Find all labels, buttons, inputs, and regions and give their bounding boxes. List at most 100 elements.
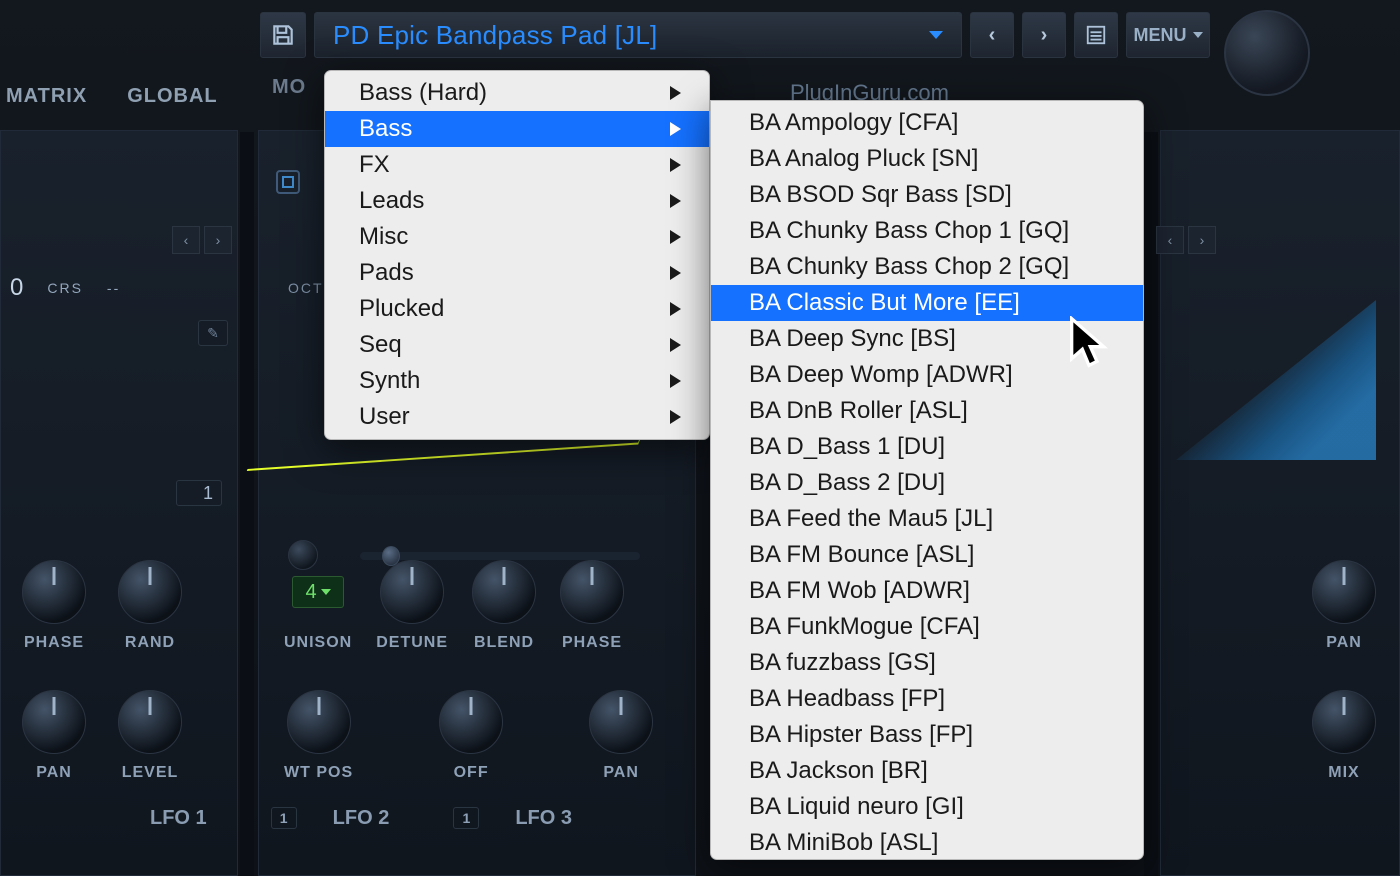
preset-next-button[interactable]: ›: [1022, 12, 1066, 58]
preset-item-label: BA Classic But More [EE]: [749, 289, 1020, 317]
main-menu-button[interactable]: MENU: [1126, 12, 1210, 58]
preset-item[interactable]: BA DnB Roller [ASL]: [711, 393, 1143, 429]
filter-mix-label: MIX: [1328, 764, 1359, 782]
preset-item[interactable]: BA Analog Pluck [SN]: [711, 141, 1143, 177]
osc-enable-toggle[interactable]: [276, 170, 300, 194]
wtpos-knob[interactable]: [287, 690, 351, 754]
phase-knob-b[interactable]: [560, 560, 624, 624]
category-item-label: Bass: [359, 115, 412, 143]
filter-prev-button[interactable]: ‹: [1156, 226, 1184, 254]
category-item-label: FX: [359, 151, 390, 179]
preset-item-label: BA FM Wob [ADWR]: [749, 577, 970, 605]
master-volume-knob[interactable]: [1224, 10, 1310, 96]
preset-item[interactable]: BA Hipster Bass [FP]: [711, 717, 1143, 753]
tab-global[interactable]: GLOBAL: [127, 85, 217, 108]
preset-category-menu: Bass (Hard) Bass FX LeadsMiscPads Plucked Seq…: [324, 70, 710, 440]
osc-a-prev-button[interactable]: ‹: [172, 226, 200, 254]
preset-prev-button[interactable]: ‹: [970, 12, 1014, 58]
lfo1-steps[interactable]: 1: [271, 807, 297, 829]
osc-a-next-button[interactable]: ›: [204, 226, 232, 254]
preset-item[interactable]: BA Ampology [CFA]: [711, 105, 1143, 141]
preset-item-label: BA D_Bass 2 [DU]: [749, 469, 945, 497]
rand-knob[interactable]: [118, 560, 182, 624]
preset-browser-button[interactable]: [1074, 12, 1118, 58]
preset-item[interactable]: BA Headbass [FP]: [711, 681, 1143, 717]
tab-matrix[interactable]: MATRIX: [6, 85, 87, 108]
preset-item[interactable]: BA D_Bass 2 [DU]: [711, 465, 1143, 501]
category-item[interactable]: Synth: [325, 363, 709, 399]
submenu-arrow-icon: [670, 266, 681, 280]
save-preset-button[interactable]: [260, 12, 306, 58]
osc-b-knob-row-2: WT POS OFF PAN: [284, 690, 653, 782]
category-item[interactable]: Misc: [325, 219, 709, 255]
preset-item[interactable]: BA Chunky Bass Chop 1 [GQ]: [711, 213, 1143, 249]
floppy-icon: [270, 22, 296, 48]
osc-a-nav: ‹ ›: [172, 226, 232, 254]
level-knob[interactable]: [118, 690, 182, 754]
category-item[interactable]: Bass (Hard): [325, 75, 709, 111]
filter-knob-row-1: PAN: [1312, 560, 1376, 652]
category-item[interactable]: Plucked: [325, 291, 709, 327]
preset-item-label: BA fuzzbass [GS]: [749, 649, 936, 677]
wt-position-slider-track[interactable]: [360, 552, 640, 560]
submenu-arrow-icon: [670, 194, 681, 208]
preset-item-label: BA Ampology [CFA]: [749, 109, 958, 137]
dropdown-caret-icon: [929, 31, 943, 39]
category-item[interactable]: Leads: [325, 183, 709, 219]
category-item[interactable]: FX: [325, 147, 709, 183]
wavetable-edit-button[interactable]: ✎: [198, 320, 228, 346]
category-item-label: Bass (Hard): [359, 79, 487, 107]
preset-item[interactable]: BA fuzzbass [GS]: [711, 645, 1143, 681]
tab-lfo3[interactable]: LFO 3: [515, 807, 572, 830]
category-item-label: Synth: [359, 367, 420, 395]
preset-item[interactable]: BA Feed the Mau5 [JL]: [711, 501, 1143, 537]
preset-item-label: BA Feed the Mau5 [JL]: [749, 505, 993, 533]
preset-item[interactable]: BA MiniBob [ASL]: [711, 825, 1143, 861]
coarse-label: CRS: [47, 280, 83, 296]
submenu-arrow-icon: [670, 230, 681, 244]
preset-item[interactable]: BA D_Bass 1 [DU]: [711, 429, 1143, 465]
preset-item[interactable]: BA FM Bounce [ASL]: [711, 537, 1143, 573]
warp-knob[interactable]: [439, 690, 503, 754]
filter-mix-knob[interactable]: [1312, 690, 1376, 754]
preset-item-label: BA DnB Roller [ASL]: [749, 397, 968, 425]
chevron-left-icon: ‹: [989, 24, 996, 47]
preset-item[interactable]: BA FM Wob [ADWR]: [711, 573, 1143, 609]
phase-knob[interactable]: [22, 560, 86, 624]
preset-item[interactable]: BA Jackson [BR]: [711, 753, 1143, 789]
preset-item-label: BA Chunky Bass Chop 2 [GQ]: [749, 253, 1069, 281]
pan-knob-b[interactable]: [589, 690, 653, 754]
unison-voices-stepper[interactable]: 4: [292, 576, 344, 608]
filter-pan-knob[interactable]: [1312, 560, 1376, 624]
osc-a-page-indicator[interactable]: 1: [176, 480, 222, 506]
tab-lfo1[interactable]: LFO 1: [150, 807, 207, 830]
preset-item-label: BA Liquid neuro [GI]: [749, 793, 964, 821]
category-item[interactable]: Bass: [325, 111, 709, 147]
panel-divider: [240, 132, 254, 876]
detune-knob[interactable]: [380, 560, 444, 624]
category-item-label: Plucked: [359, 295, 444, 323]
unison-label: UNISON: [284, 634, 352, 652]
pan-knob[interactable]: [22, 690, 86, 754]
category-item[interactable]: Seq: [325, 327, 709, 363]
tab-mod-partial[interactable]: MO: [272, 76, 306, 99]
category-item-label: User: [359, 403, 410, 431]
top-bar: PD Epic Bandpass Pad [JL] ‹ › MENU: [260, 10, 1210, 60]
blend-label: BLEND: [474, 634, 534, 652]
preset-list-submenu: BA Ampology [CFA]BA Analog Pluck [SN]BA …: [710, 100, 1144, 860]
blend-knob[interactable]: [472, 560, 536, 624]
tab-lfo2[interactable]: LFO 2: [333, 807, 390, 830]
preset-name-dropdown[interactable]: PD Epic Bandpass Pad [JL]: [314, 12, 962, 58]
preset-item[interactable]: BA Chunky Bass Chop 2 [GQ]: [711, 249, 1143, 285]
menu-caret-icon: [1193, 32, 1203, 38]
preset-item[interactable]: BA FunkMogue [CFA]: [711, 609, 1143, 645]
category-item[interactable]: User: [325, 399, 709, 435]
pan-label-b: PAN: [603, 764, 639, 782]
lfo2-steps[interactable]: 1: [453, 807, 479, 829]
preset-item[interactable]: BA BSOD Sqr Bass [SD]: [711, 177, 1143, 213]
filter-nav: ‹ ›: [1156, 226, 1216, 254]
category-item[interactable]: Pads: [325, 255, 709, 291]
osc-a-coarse-value[interactable]: 0: [10, 274, 23, 302]
filter-next-button[interactable]: ›: [1188, 226, 1216, 254]
preset-item[interactable]: BA Liquid neuro [GI]: [711, 789, 1143, 825]
